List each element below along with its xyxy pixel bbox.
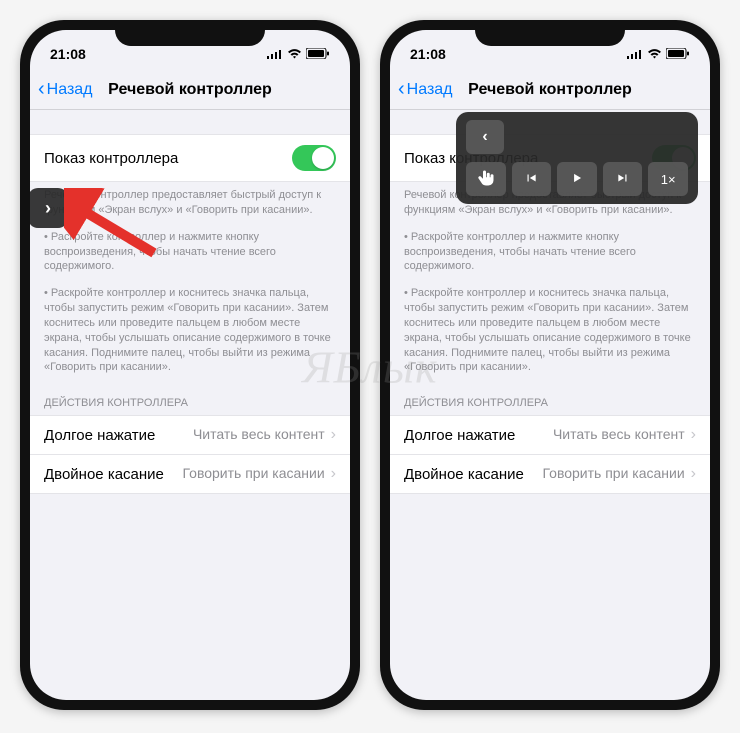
- row-label: Долгое нажатие: [44, 427, 155, 444]
- skip-back-icon: [524, 171, 538, 188]
- back-button[interactable]: ‹ Назад: [38, 78, 93, 101]
- speech-controller-expanded[interactable]: ‹: [456, 112, 698, 204]
- row-double-tap[interactable]: Двойное касание Говорить при касании ›: [390, 455, 710, 494]
- chevron-right-icon: ›: [45, 198, 51, 219]
- status-icons: [267, 46, 330, 62]
- chevron-right-icon: ›: [331, 465, 336, 482]
- screen: 21:08 ‹ Назад Речевой контроллер Показ к…: [390, 30, 710, 700]
- row-double-tap[interactable]: Двойное касание Говорить при касании ›: [30, 455, 350, 494]
- chevron-right-icon: ›: [691, 465, 696, 482]
- phone-right: 21:08 ‹ Назад Речевой контроллер Показ к…: [380, 20, 720, 710]
- explain-text-2: • Раскройте контроллер и нажмите кнопку …: [390, 224, 710, 281]
- chevron-right-icon: ›: [331, 426, 336, 443]
- row-value: Читать весь контент: [193, 426, 325, 442]
- back-button[interactable]: ‹ Назад: [398, 78, 453, 101]
- row-long-press[interactable]: Долгое нажатие Читать весь контент ›: [390, 415, 710, 455]
- explain-text-2: • Раскройте контроллер и нажмите кнопку …: [30, 224, 350, 281]
- phone-left: 21:08 ‹ Назад Речевой контроллер Показ к…: [20, 20, 360, 710]
- status-time: 21:08: [410, 46, 446, 62]
- row-long-press[interactable]: Долгое нажатие Читать весь контент ›: [30, 415, 350, 455]
- explain-text-1: Речевой контроллер предоставляет быстрый…: [30, 182, 350, 224]
- explain-text-3: • Раскройте контроллер и коснитесь значк…: [30, 280, 350, 381]
- wifi-icon: [647, 46, 662, 62]
- skip-forward-icon: [616, 171, 630, 188]
- nav-bar: ‹ Назад Речевой контроллер: [30, 70, 350, 110]
- back-label: Назад: [47, 81, 93, 99]
- hand-point-icon: [477, 169, 495, 190]
- row-label: Двойное касание: [44, 466, 164, 483]
- row-value: Говорить при касании: [543, 465, 685, 481]
- next-button[interactable]: [603, 162, 643, 196]
- signal-icon: [627, 46, 643, 62]
- row-label: Двойное касание: [404, 466, 524, 483]
- chevron-right-icon: ›: [691, 426, 696, 443]
- speech-controller-collapsed[interactable]: ›: [30, 188, 68, 228]
- play-icon: [570, 171, 584, 188]
- explain-text-3: • Раскройте контроллер и коснитесь значк…: [390, 280, 710, 381]
- battery-icon: [306, 46, 330, 62]
- play-button[interactable]: [557, 162, 597, 196]
- row-value: Говорить при касании: [183, 465, 325, 481]
- rate-button[interactable]: 1×: [648, 162, 688, 196]
- section-header: ДЕЙСТВИЯ КОНТРОЛЛЕРА: [390, 381, 710, 415]
- nav-bar: ‹ Назад Речевой контроллер: [390, 70, 710, 110]
- chevron-left-icon: ‹: [38, 78, 45, 101]
- row-label: Долгое нажатие: [404, 427, 515, 444]
- collapse-button[interactable]: ‹: [466, 120, 504, 154]
- battery-icon: [666, 46, 690, 62]
- status-icons: [627, 46, 690, 62]
- finger-button[interactable]: [466, 162, 506, 196]
- row-value: Читать весь контент: [553, 426, 685, 442]
- prev-button[interactable]: [512, 162, 552, 196]
- chevron-left-icon: ‹: [482, 128, 487, 146]
- status-time: 21:08: [50, 46, 86, 62]
- wifi-icon: [287, 46, 302, 62]
- signal-icon: [267, 46, 283, 62]
- screen: 21:08 ‹ Назад Речевой контроллер Показ к…: [30, 30, 350, 700]
- rate-label: 1×: [661, 172, 676, 187]
- notch: [115, 20, 265, 46]
- notch: [475, 20, 625, 46]
- toggle-switch[interactable]: [292, 145, 336, 171]
- back-label: Назад: [407, 81, 453, 99]
- section-header: ДЕЙСТВИЯ КОНТРОЛЛЕРА: [30, 381, 350, 415]
- chevron-left-icon: ‹: [398, 78, 405, 101]
- toggle-row[interactable]: Показ контроллера: [30, 134, 350, 182]
- toggle-label: Показ контроллера: [44, 150, 178, 167]
